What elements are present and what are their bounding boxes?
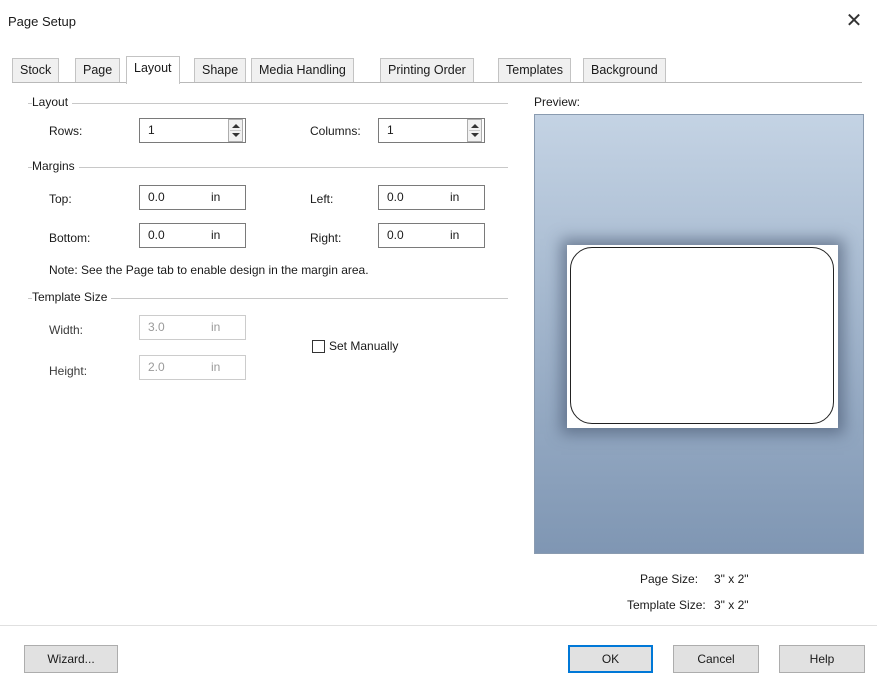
spin-down-icon[interactable] <box>471 133 479 137</box>
rows-value: 1 <box>148 123 155 137</box>
tab-media-handling[interactable]: Media Handling <box>251 58 354 83</box>
left-margin-value: 0.0 <box>387 190 404 204</box>
tab-templates[interactable]: Templates <box>498 58 571 83</box>
unit-label: in <box>211 228 221 242</box>
spin-down-icon[interactable] <box>232 133 240 137</box>
tab-layout[interactable]: Layout <box>126 56 180 84</box>
right-margin-value: 0.0 <box>387 228 404 242</box>
unit-label: in <box>450 228 460 242</box>
unit-label: in <box>211 320 221 334</box>
bottom-margin-input[interactable]: 0.0 in <box>139 223 246 248</box>
help-button[interactable]: Help <box>779 645 865 673</box>
margins-section-divider <box>28 167 508 168</box>
template-size-section-heading: Template Size <box>32 290 112 304</box>
tab-page[interactable]: Page <box>75 58 121 83</box>
window-title: Page Setup <box>8 14 76 29</box>
width-label: Width: <box>49 323 84 337</box>
spin-up-icon[interactable] <box>232 124 240 128</box>
layout-section-heading: Layout <box>32 95 73 109</box>
bottom-margin-value: 0.0 <box>148 228 165 242</box>
left-margin-input[interactable]: 0.0 in <box>378 185 485 210</box>
page-size-label: Page Size: <box>640 572 699 586</box>
tab-background[interactable]: Background <box>583 58 666 83</box>
unit-label: in <box>211 360 221 374</box>
bottom-margin-label: Bottom: <box>49 231 91 245</box>
spin-divider <box>469 130 480 131</box>
margin-note: Note: See the Page tab to enable design … <box>49 263 369 277</box>
template-size-value: 3" x 2" <box>714 598 749 612</box>
top-margin-value: 0.0 <box>148 190 165 204</box>
preview-page <box>567 245 838 428</box>
preview-template-shape <box>570 247 834 424</box>
set-manually-label[interactable]: Set Manually <box>329 339 398 353</box>
close-icon[interactable]: ✕ <box>837 6 871 36</box>
columns-value: 1 <box>387 123 394 137</box>
spin-up-icon[interactable] <box>471 124 479 128</box>
template-size-label: Template Size: <box>627 598 706 612</box>
top-margin-input[interactable]: 0.0 in <box>139 185 246 210</box>
unit-label: in <box>211 190 221 204</box>
height-input[interactable]: 2.0 in <box>139 355 246 380</box>
tab-printing-order[interactable]: Printing Order <box>380 58 474 83</box>
left-margin-label: Left: <box>310 192 334 206</box>
tab-strip: Stock Page Layout Shape Media Handling P… <box>12 56 864 84</box>
rows-spinner[interactable] <box>228 119 243 142</box>
height-label: Height: <box>49 364 88 378</box>
margins-section-heading: Margins <box>32 159 79 173</box>
unit-label: in <box>450 190 460 204</box>
columns-spinner[interactable] <box>467 119 482 142</box>
top-margin-label: Top: <box>49 192 72 206</box>
right-margin-label: Right: <box>310 231 342 245</box>
ok-button[interactable]: OK <box>568 645 653 673</box>
rows-label: Rows: <box>49 124 83 138</box>
width-value: 3.0 <box>148 320 165 334</box>
title-bar: Page Setup ✕ <box>0 0 877 44</box>
spin-divider <box>230 130 241 131</box>
layout-section-divider <box>28 103 508 104</box>
page-size-value: 3" x 2" <box>714 572 749 586</box>
footer-divider <box>0 625 877 626</box>
tab-shape[interactable]: Shape <box>194 58 247 83</box>
right-margin-input[interactable]: 0.0 in <box>378 223 485 248</box>
cancel-button[interactable]: Cancel <box>673 645 759 673</box>
height-value: 2.0 <box>148 360 165 374</box>
preview-heading: Preview: <box>534 95 581 109</box>
preview-pane <box>534 114 864 554</box>
wizard-button[interactable]: Wizard... <box>24 645 118 673</box>
columns-label: Columns: <box>310 124 361 138</box>
tab-stock[interactable]: Stock <box>12 58 60 83</box>
width-input[interactable]: 3.0 in <box>139 315 246 340</box>
set-manually-checkbox[interactable] <box>312 340 325 353</box>
